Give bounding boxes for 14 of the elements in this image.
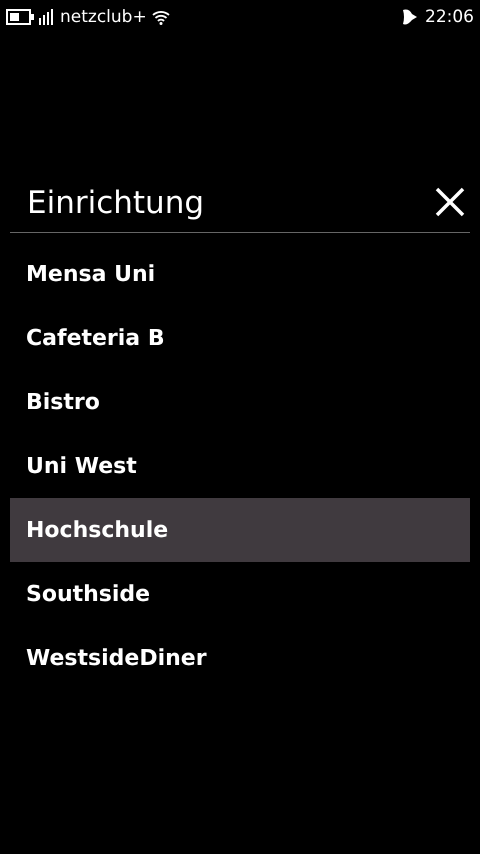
bell-icon <box>401 8 417 26</box>
list-item[interactable]: Hochschule <box>10 498 470 562</box>
list-item[interactable]: WestsideDiner <box>10 626 470 690</box>
list-item[interactable]: Mensa Uni <box>10 242 470 306</box>
wifi-icon <box>152 9 170 25</box>
dialog-title: Einrichtung <box>27 185 204 221</box>
clock-time: 22:06 <box>425 7 474 27</box>
list-item[interactable]: Uni West <box>10 434 470 498</box>
battery-icon <box>6 9 34 25</box>
list-item[interactable]: Bistro <box>10 370 470 434</box>
signal-icon <box>39 9 55 25</box>
carrier-name: netzclub+ <box>60 7 147 27</box>
list-item[interactable]: Southside <box>10 562 470 626</box>
list-item[interactable]: Cafeteria B <box>10 306 470 370</box>
